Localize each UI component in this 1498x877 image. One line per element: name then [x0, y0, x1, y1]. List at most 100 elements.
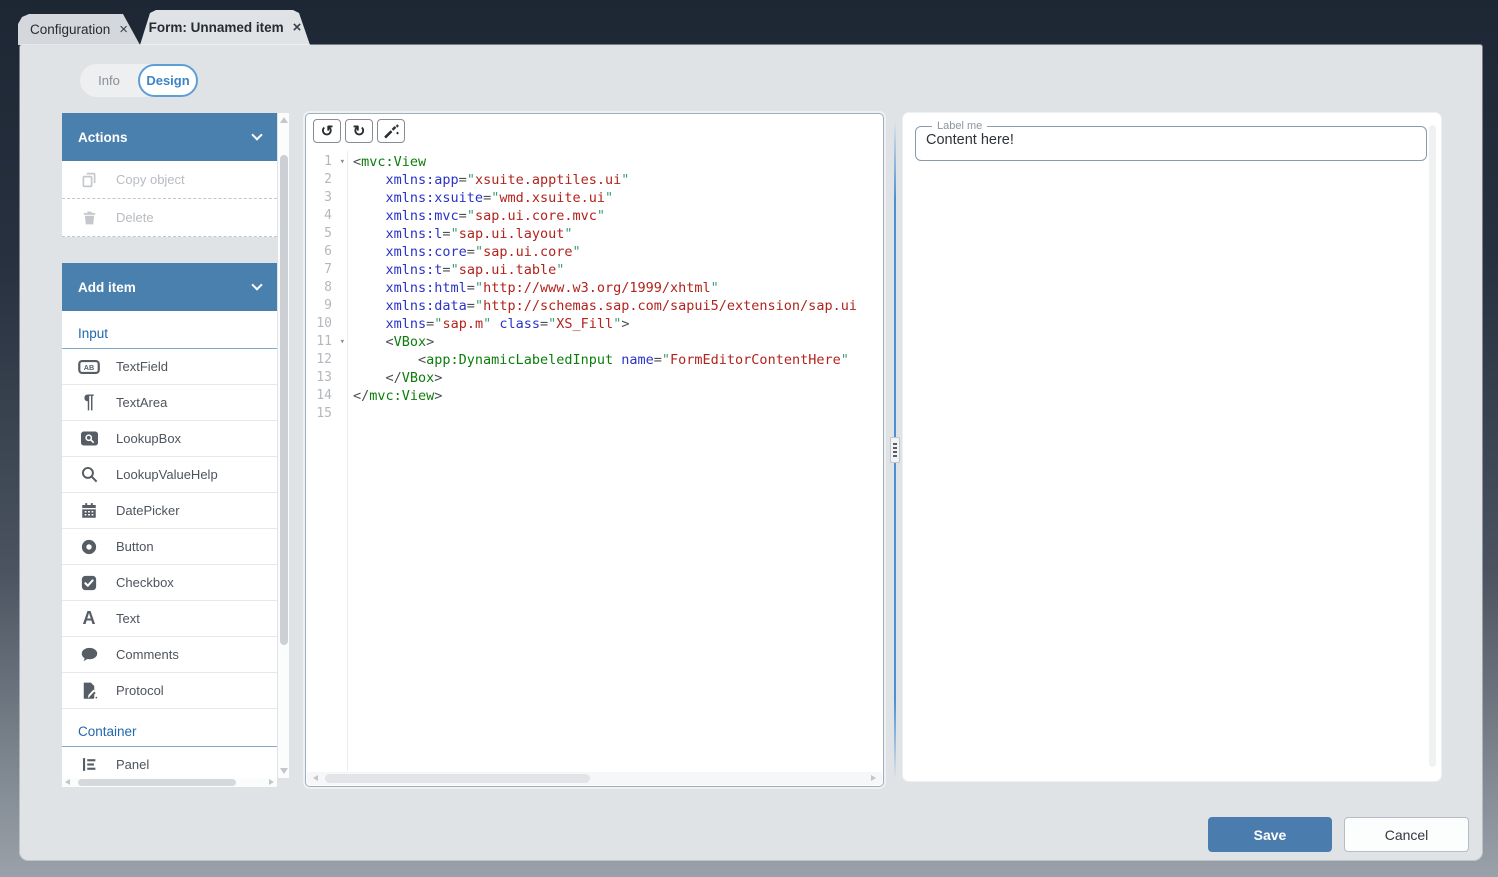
line-number: 8 — [306, 279, 347, 297]
scroll-down-arrow-icon[interactable] — [280, 768, 288, 774]
svg-text:AB: AB — [84, 363, 94, 372]
code-line — [353, 405, 883, 423]
line-number: 7 — [306, 261, 347, 279]
code-editor: ↺↻ 1▾234567891011▾12131415 <mvc:View xml… — [305, 113, 884, 787]
item-label: Panel — [116, 757, 149, 772]
sidebar: Actions Copy objectDelete Add item Input… — [62, 113, 289, 787]
add-item-lookupvaluehelp[interactable]: LookupValueHelp — [62, 457, 277, 493]
code-line: xmlns:html="http://www.w3.org/1999/xhtml… — [353, 279, 883, 297]
comments-icon — [78, 646, 100, 663]
line-number: 1▾ — [306, 153, 347, 171]
copy-icon — [78, 171, 100, 189]
undo-button[interactable]: ↺ — [313, 119, 341, 143]
add-item-panel[interactable]: Panel — [62, 747, 277, 778]
add-item-text[interactable]: AText — [62, 601, 277, 637]
line-number: 10 — [306, 315, 347, 333]
close-icon[interactable]: × — [119, 22, 128, 37]
line-number: 14 — [306, 387, 347, 405]
scroll-left-arrow-icon[interactable] — [313, 775, 318, 781]
scroll-left-arrow-icon[interactable] — [65, 779, 70, 785]
code-content[interactable]: <mvc:View xmlns:app="xsuite.apptiles.ui"… — [348, 151, 883, 771]
textfield-icon: AB — [78, 358, 100, 376]
section-container: Container — [62, 717, 277, 747]
line-number: 9 — [306, 297, 347, 315]
item-label: Comments — [116, 647, 179, 662]
add-item-datepicker[interactable]: DatePicker — [62, 493, 277, 529]
sidebar-content: Actions Copy objectDelete Add item Input… — [62, 113, 277, 778]
scroll-right-arrow-icon[interactable] — [871, 775, 876, 781]
add-item-title: Add item — [78, 280, 136, 295]
sidebar-horizontal-scrollbar[interactable] — [62, 778, 277, 787]
scrollbar-thumb[interactable] — [280, 155, 288, 645]
editor-toolbar: ↺↻ — [306, 114, 883, 148]
button-icon — [78, 538, 100, 556]
editor-area[interactable]: 1▾234567891011▾12131415 <mvc:View xmlns:… — [306, 151, 883, 771]
add-item-header[interactable]: Add item — [62, 263, 277, 311]
scroll-up-arrow-icon[interactable] — [280, 117, 288, 123]
add-item-lookupbox[interactable]: LookupBox — [62, 421, 277, 457]
code-line: xmlns:t="sap.ui.table" — [353, 261, 883, 279]
code-line: xmlns:app="xsuite.apptiles.ui" — [353, 171, 883, 189]
item-label: Delete — [116, 210, 154, 225]
line-number: 3 — [306, 189, 347, 207]
add-item-textfield[interactable]: AB TextField — [62, 349, 277, 385]
tab-configuration[interactable]: Configuration × — [18, 14, 140, 45]
scrollbar-thumb[interactable] — [78, 779, 236, 786]
add-item-checkbox[interactable]: Checkbox — [62, 565, 277, 601]
view-toggle: Info Design — [80, 64, 198, 97]
action-copy-object[interactable]: Copy object — [62, 161, 277, 199]
item-label: TextArea — [116, 395, 167, 410]
add-item-textarea[interactable]: ¶ TextArea — [62, 385, 277, 421]
field-label: Label me — [932, 120, 987, 132]
code-line: xmlns:mvc="sap.ui.core.mvc" — [353, 207, 883, 225]
line-number: 4 — [306, 207, 347, 225]
format-button[interactable] — [377, 119, 405, 143]
splitter-handle[interactable] — [889, 113, 901, 787]
scroll-right-arrow-icon[interactable] — [269, 779, 274, 785]
toggle-info[interactable]: Info — [80, 73, 138, 88]
tab-label: Form: Unnamed item — [149, 20, 284, 35]
tab-form-unnamed-item[interactable]: Form: Unnamed item × — [140, 10, 310, 45]
item-label: LookupValueHelp — [116, 467, 218, 482]
datepicker-icon — [78, 502, 100, 520]
add-item-comments[interactable]: Comments — [62, 637, 277, 673]
scrollbar-thumb[interactable] — [325, 774, 590, 783]
close-icon[interactable]: × — [293, 20, 302, 35]
preview-scrollbar[interactable] — [1429, 125, 1436, 767]
cancel-button[interactable]: Cancel — [1344, 817, 1469, 852]
line-number: 5 — [306, 225, 347, 243]
line-number: 11▾ — [306, 333, 347, 351]
add-item-protocol[interactable]: Protocol — [62, 673, 277, 709]
protocol-icon — [78, 681, 100, 700]
code-line: <app:DynamicLabeledInput name="FormEdito… — [353, 351, 883, 369]
code-line: <VBox> — [353, 333, 883, 351]
actions-header[interactable]: Actions — [62, 113, 277, 161]
actions-title: Actions — [78, 130, 128, 145]
panel-icon — [78, 756, 100, 773]
add-item-button[interactable]: Button — [62, 529, 277, 565]
labeled-input-field[interactable]: Label me Content here! — [915, 120, 1427, 161]
item-label: TextField — [116, 359, 168, 374]
line-number: 13 — [306, 369, 347, 387]
action-delete[interactable]: Delete — [62, 199, 277, 237]
code-line: </VBox> — [353, 369, 883, 387]
item-label: LookupBox — [116, 431, 181, 446]
fold-arrow-icon[interactable]: ▾ — [340, 333, 345, 351]
textarea-icon: ¶ — [78, 392, 100, 414]
toggle-design[interactable]: Design — [138, 64, 198, 97]
save-button[interactable]: Save — [1208, 817, 1332, 852]
code-line: <mvc:View — [353, 153, 883, 171]
lookupbox-icon — [78, 430, 100, 447]
item-label: Checkbox — [116, 575, 174, 590]
chevron-down-icon — [251, 129, 262, 140]
code-line: xmlns:data="http://schemas.sap.com/sapui… — [353, 297, 883, 315]
code-line: xmlns="sap.m" class="XS_Fill"> — [353, 315, 883, 333]
lookupvaluehelp-icon — [78, 465, 100, 484]
item-label: Protocol — [116, 683, 164, 698]
splitter-grip-icon[interactable] — [890, 437, 900, 463]
actions-list: Copy object Delete — [62, 161, 277, 237]
sidebar-vertical-scrollbar[interactable] — [278, 113, 289, 778]
fold-arrow-icon[interactable]: ▾ — [340, 153, 345, 171]
editor-horizontal-scrollbar[interactable] — [307, 772, 882, 785]
redo-button[interactable]: ↻ — [345, 119, 373, 143]
